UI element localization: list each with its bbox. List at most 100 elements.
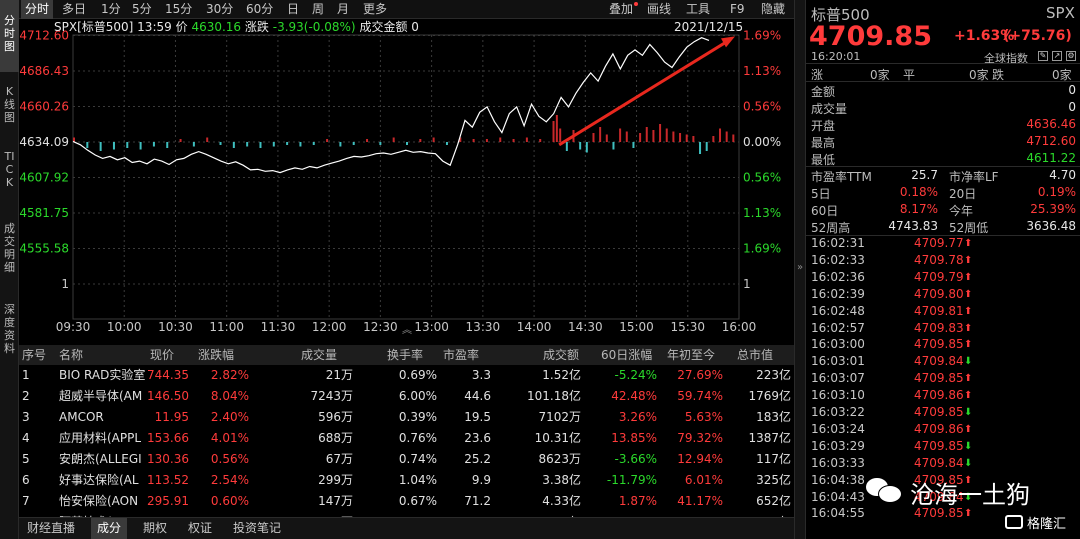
table-row[interactable]: 3 AMCOR 11.95 2.40% 596万 0.39% 19.5 7102万 3.26% 5…: [19, 407, 794, 428]
tab-live-news[interactable]: 财经直播: [27, 518, 75, 539]
f9-button[interactable]: F9: [730, 0, 745, 19]
tab-60min[interactable]: 60分: [246, 0, 273, 19]
tab-week[interactable]: 周: [312, 0, 324, 19]
panel-divider[interactable]: »: [794, 0, 806, 539]
expand-chevron-icon[interactable]: ︽: [402, 321, 412, 336]
x-tick-label: 12:00: [312, 320, 347, 334]
table-row[interactable]: 6 好事达保险(AL 113.52 2.54% 299万 1.04% 9.9 3.38亿 -11…: [19, 470, 794, 491]
bottom-tab-bar: 财经直播 成分 期权 权证 投资笔记: [19, 517, 794, 539]
tick-price: 4709.78: [914, 252, 964, 267]
volume-bar: [619, 128, 622, 142]
volume-bar: [672, 131, 675, 142]
volume-bar: [585, 142, 588, 153]
volume-bar: [555, 115, 558, 142]
vtab-depth[interactable]: 深度资料: [0, 303, 19, 375]
cell-ytd: 12.94%: [677, 452, 723, 466]
volume-bar: [139, 142, 142, 150]
tab-15min[interactable]: 15分: [165, 0, 192, 19]
stat-value-open: 4636.46: [1026, 117, 1076, 131]
chart-volume-label: 成交金额: [359, 20, 408, 34]
tab-30min[interactable]: 30分: [206, 0, 233, 19]
quote-change-abs: (+75.76): [1003, 28, 1072, 44]
y2-tick-label: 0.56%: [743, 171, 781, 185]
col-turnover[interactable]: 换手率: [387, 345, 423, 365]
col-name[interactable]: 名称: [59, 345, 83, 365]
x-tick-label: 10:00: [107, 320, 142, 334]
tab-options[interactable]: 期权: [143, 518, 167, 539]
intraday-chart[interactable]: 4712.60 1.69% 4686.43 1.13% 4660.26 0.56% 4634…: [19, 19, 794, 345]
cell-change-pct: 2.40%: [210, 410, 249, 424]
table-row[interactable]: 5 安朗杰(ALLEGI 130.36 0.56% 67万 0.74% 25.2 8623万 -…: [19, 449, 794, 470]
link-icon[interactable]: ↗: [1052, 51, 1062, 61]
y-tick-label: 4607.92: [19, 171, 69, 185]
tab-month[interactable]: 月: [337, 0, 349, 19]
tick-time: 16:03:01: [811, 354, 865, 369]
table-row[interactable]: 7 怡安保险(AON 295.91 0.60% 147万 0.67% 71.2 4.33亿 1.…: [19, 491, 794, 512]
quote-code: SPX: [1046, 4, 1075, 22]
cell-turnover: 0.69%: [398, 368, 437, 382]
stat-value-low: 4611.22: [1026, 151, 1076, 165]
pb-label: 市净率LF: [949, 170, 999, 184]
y-tick-label: 1: [61, 277, 69, 291]
tick-price: 4709.85: [914, 337, 964, 352]
vtab-tick[interactable]: TICK: [0, 150, 19, 210]
chart-canvas: 4712.60 1.69%4686.43 1.13%4660.26 0.56%4634…: [19, 29, 781, 335]
col-ytd[interactable]: 年初至今: [667, 345, 715, 365]
tab-day[interactable]: 日: [287, 0, 299, 19]
settings-icon[interactable]: ⚙: [1066, 51, 1076, 61]
col-price[interactable]: 现价: [150, 345, 174, 365]
volume-bar: [579, 142, 582, 150]
cell-pe: 19.5: [464, 410, 491, 424]
tab-intraday[interactable]: 分时: [21, 0, 54, 19]
overlay-button[interactable]: 叠加: [609, 0, 633, 19]
cell-price: 744.35: [147, 368, 189, 382]
d5-value: 0.18%: [899, 185, 938, 199]
tab-multiday[interactable]: 多日: [62, 0, 86, 19]
cell-price: 153.66: [147, 431, 189, 445]
tick-time: 16:04:38: [811, 472, 865, 487]
cell-pe: 71.2: [464, 494, 491, 508]
col-market-cap[interactable]: 总市值: [737, 345, 773, 365]
cell-name: 应用材料(APPL: [59, 431, 142, 445]
draw-line-button[interactable]: 画线: [647, 0, 671, 19]
tick-price: 4709.77: [914, 236, 964, 250]
tab-5min[interactable]: 5分: [132, 0, 152, 19]
arrow-up-icon: ⬆: [964, 305, 973, 317]
tab-warrants[interactable]: 权证: [188, 518, 212, 539]
vtab-kline[interactable]: K线图: [0, 85, 19, 145]
col-60d[interactable]: 60日涨幅: [601, 345, 652, 365]
table-row[interactable]: 4 应用材料(APPL 153.66 4.01% 688万 0.76% 23.6 10.31亿…: [19, 428, 794, 449]
chart-date: 2021/12/15: [674, 20, 744, 34]
cell-market-cap: 117亿: [756, 452, 791, 466]
vtab-intraday[interactable]: 分时图: [0, 0, 19, 72]
tools-button[interactable]: 工具: [686, 0, 710, 19]
col-amount[interactable]: 成交额: [543, 345, 579, 365]
vtab-label: K线图: [4, 85, 15, 124]
tab-notes[interactable]: 投资笔记: [233, 518, 281, 539]
vtab-trades[interactable]: 成交明细: [0, 222, 19, 294]
y-tick-label: 4660.26: [19, 100, 69, 114]
y2-tick-label: 0.00%: [743, 135, 781, 149]
col-volume[interactable]: 成交量: [301, 345, 337, 365]
x-tick-label: 11:30: [261, 320, 296, 334]
quote-price: 4709.85: [809, 21, 932, 52]
y2-tick-label: 1.13%: [743, 206, 781, 220]
collapse-arrow-icon[interactable]: »: [797, 262, 803, 273]
tab-constituents[interactable]: 成分: [91, 518, 128, 539]
tick-row: 16:02:31 4709.77 ⬆: [806, 236, 1080, 250]
notification-dot: [634, 2, 638, 6]
col-index[interactable]: 序号: [22, 345, 46, 365]
cell-market-cap: 183亿: [756, 410, 791, 424]
table-row[interactable]: 2 超威半导体(AM 146.50 8.04% 7243万 6.00% 44.6 101.18…: [19, 386, 794, 407]
y-tick-label: 4634.09: [19, 135, 69, 149]
table-header: 序号 名称 现价 涨跌幅 成交量 换手率 市盈率 成交额 60日涨幅 年初至今 …: [19, 345, 794, 365]
tab-1min[interactable]: 1分: [101, 0, 121, 19]
hide-button[interactable]: 隐藏: [761, 0, 785, 19]
edit-icon[interactable]: ✎: [1038, 51, 1048, 61]
tick-row: 16:02:48 4709.81 ⬆: [806, 305, 1080, 317]
col-pe[interactable]: 市盈率: [443, 345, 479, 365]
table-row[interactable]: 1 BIO RAD实验室 744.35 2.82% 21万 0.69% 3.3 1.52亿 -5…: [19, 365, 794, 386]
tab-more[interactable]: 更多: [363, 0, 387, 19]
volume-bar: [366, 139, 369, 142]
col-change-pct[interactable]: 涨跌幅: [198, 345, 234, 365]
